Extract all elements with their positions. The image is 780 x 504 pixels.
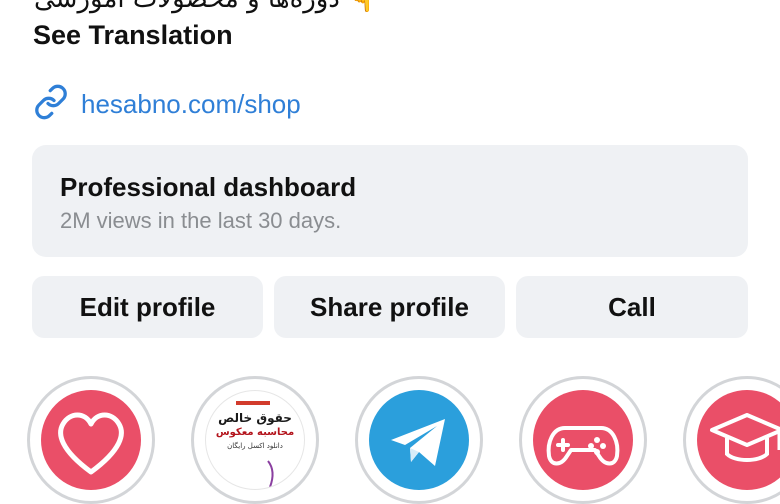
highlight-gamepad[interactable] xyxy=(519,376,647,504)
highlight-heart[interactable] xyxy=(27,376,155,504)
dashboard-title: Professional dashboard xyxy=(60,172,357,202)
highlight-telegram[interactable] xyxy=(355,376,483,504)
bio-text: 👇 دوره‌ها و محصولات آموزشی xyxy=(34,0,381,14)
bio-line-text: دوره‌ها و محصولات آموزشی xyxy=(34,0,340,14)
edit-profile-button[interactable]: Edit profile xyxy=(32,276,263,338)
website-link[interactable]: hesabno.com/shop xyxy=(33,84,301,124)
highlight-education[interactable] xyxy=(683,376,780,504)
share-profile-button[interactable]: Share profile xyxy=(274,276,505,338)
call-button[interactable]: Call xyxy=(516,276,748,338)
see-translation-link[interactable]: See Translation xyxy=(33,20,233,51)
telegram-icon xyxy=(369,390,469,490)
gamepad-icon xyxy=(533,390,633,490)
graduation-cap-icon xyxy=(697,390,780,490)
dashboard-subtitle: 2M views in the last 30 days. xyxy=(60,208,342,233)
promo-thumbnail: حقوق خالص محاسبه معکوس دانلود اکسل رایگا… xyxy=(205,390,305,490)
link-icon xyxy=(33,84,69,125)
professional-dashboard-card[interactable]: Professional dashboard 2M views in the l… xyxy=(32,145,748,257)
heart-icon xyxy=(41,390,141,490)
website-link-text[interactable]: hesabno.com/shop xyxy=(81,89,301,120)
pointing-down-emoji: 👇 xyxy=(348,0,380,14)
highlight-promo[interactable]: حقوق خالص محاسبه معکوس دانلود اکسل رایگا… xyxy=(191,376,319,504)
